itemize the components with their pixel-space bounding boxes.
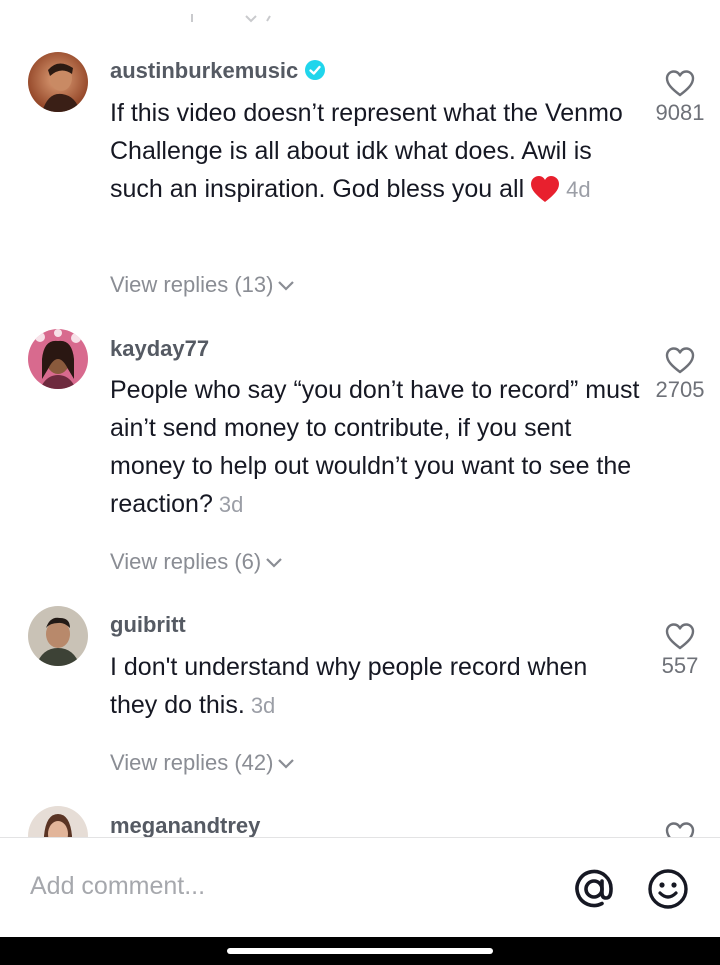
username-text[interactable]: kayday77 <box>110 336 209 361</box>
view-replies-label[interactable]: View replies (13) <box>110 272 273 297</box>
smiley-icon[interactable] <box>647 868 689 910</box>
like-count: 9081 <box>655 100 705 125</box>
comment-text: I don't understand why people record whe… <box>110 648 640 725</box>
avatar[interactable] <box>28 329 88 389</box>
avatar-image <box>28 329 88 389</box>
like-control[interactable]: 557 <box>640 621 720 679</box>
username-text[interactable]: austinburkemusic <box>110 58 298 83</box>
chevron-down-icon <box>278 759 295 769</box>
avatar-image <box>28 606 88 666</box>
like-count: 2705 <box>655 377 705 402</box>
view-replies-label[interactable]: View replies (42) <box>110 750 273 775</box>
red-heart-emoji-icon <box>531 176 560 202</box>
view-replies-label[interactable]: View replies (6) <box>110 549 261 574</box>
like-control[interactable]: 9081 <box>640 68 720 126</box>
heart-outline-icon[interactable] <box>664 621 696 651</box>
avatar[interactable] <box>28 606 88 666</box>
comment-time: 3d <box>218 492 244 517</box>
view-replies-button[interactable]: View replies (6) <box>110 549 283 575</box>
comment-text: People who say “you don’t have to record… <box>110 371 640 524</box>
at-sign-icon[interactable] <box>573 868 615 910</box>
comment-time: 3d <box>250 693 276 718</box>
comment-time: 4d <box>566 177 591 202</box>
home-indicator[interactable] <box>227 948 493 954</box>
verified-badge-icon <box>305 60 326 80</box>
like-control[interactable]: 2705 <box>640 345 720 403</box>
comment-input[interactable] <box>30 872 530 901</box>
chevron-down-icon <box>278 281 295 291</box>
username[interactable]: austinburkemusic <box>110 58 326 84</box>
comment-text: If this video doesn’t represent what the… <box>110 94 640 209</box>
username-text[interactable]: meganandtrey <box>110 813 260 838</box>
username[interactable]: meganandtrey <box>110 813 260 839</box>
username-text[interactable]: guibritt <box>110 612 186 637</box>
like-count: 557 <box>661 653 699 678</box>
heart-outline-icon[interactable] <box>664 68 696 98</box>
comment-body: People who say “you don’t have to record… <box>110 376 640 518</box>
view-replies-button[interactable]: View replies (42) <box>110 750 295 776</box>
avatar-image <box>28 52 88 112</box>
system-nav-bar <box>0 937 720 965</box>
username[interactable]: kayday77 <box>110 336 209 362</box>
comment-body: I don't understand why people record whe… <box>110 653 588 719</box>
comment-input-bar <box>0 837 720 938</box>
chevron-down-icon <box>266 558 282 568</box>
avatar[interactable] <box>28 52 88 112</box>
view-replies-button[interactable]: View replies (13) <box>110 272 295 298</box>
heart-outline-icon[interactable] <box>664 345 696 375</box>
username[interactable]: guibritt <box>110 612 186 638</box>
scrolled-content-fragment <box>191 14 271 23</box>
